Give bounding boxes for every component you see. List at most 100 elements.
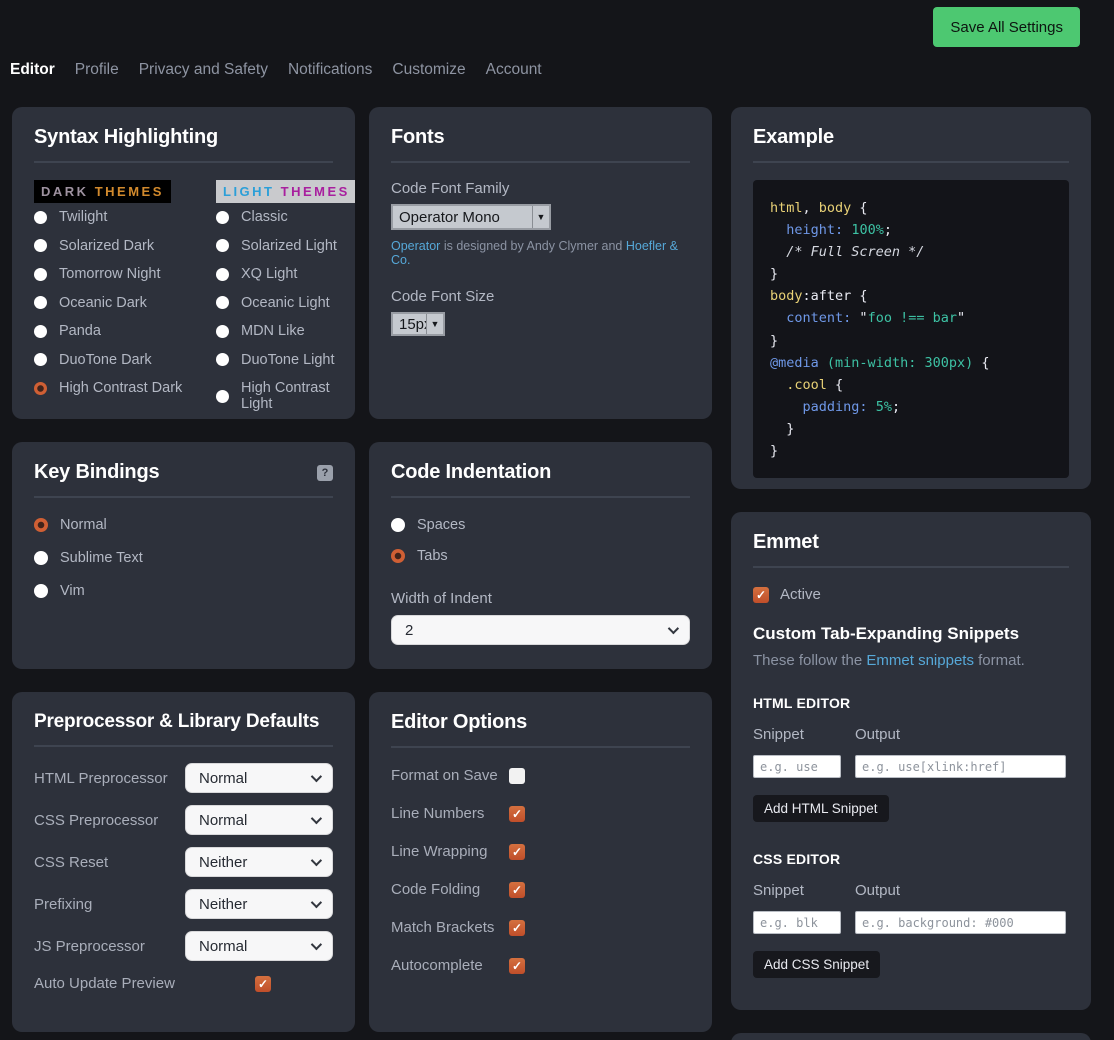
emmet-note: These follow the Emmet snippets format. (753, 652, 1069, 669)
output-label: Output (855, 726, 900, 743)
dropdown-arrow-icon[interactable]: ▼ (532, 206, 549, 228)
snippet-label: Snippet (753, 882, 855, 899)
panel-title: Emmet (753, 531, 1069, 554)
html-snippet-input[interactable] (753, 755, 841, 778)
radio-icon-checked[interactable] (34, 518, 48, 532)
theme-option-classic[interactable]: Classic (216, 209, 355, 225)
tab-account[interactable]: Account (486, 61, 542, 79)
radio-icon[interactable] (216, 325, 229, 338)
css-preprocessor-select[interactable]: Normal (185, 805, 333, 835)
operator-link[interactable]: Operator (391, 239, 440, 253)
chevron-down-icon (311, 939, 322, 950)
settings-nav: Editor Profile Privacy and Safety Notifi… (0, 55, 1114, 85)
radio-icon-checked[interactable] (391, 549, 405, 563)
tab-privacy-and-safety[interactable]: Privacy and Safety (139, 61, 268, 79)
radio-icon[interactable] (34, 296, 47, 309)
auto-update-preview-checkbox[interactable] (255, 976, 271, 992)
radio-icon[interactable] (216, 211, 229, 224)
radio-icon[interactable] (34, 325, 47, 338)
radio-icon[interactable] (216, 390, 229, 403)
theme-option-oceanic-light[interactable]: Oceanic Light (216, 295, 355, 311)
js-preprocessor-select[interactable]: Normal (185, 931, 333, 961)
theme-option-solarized-dark[interactable]: Solarized Dark (34, 238, 198, 254)
code-indentation-panel: Code Indentation Spaces Tabs Width of In… (369, 442, 712, 669)
custom-snippets-heading: Custom Tab-Expanding Snippets (753, 624, 1069, 644)
tab-editor[interactable]: Editor (10, 61, 55, 79)
radio-icon[interactable] (216, 239, 229, 252)
tab-notifications[interactable]: Notifications (288, 61, 372, 79)
radio-icon[interactable] (34, 353, 47, 366)
theme-option-high-contrast-light[interactable]: High Contrast Light (216, 380, 355, 412)
theme-option-xq-light[interactable]: XQ Light (216, 266, 355, 282)
emmet-active-row[interactable]: Active (753, 586, 1069, 603)
format-on-save-checkbox[interactable] (509, 768, 525, 784)
question-mark-icon[interactable]: ? (317, 465, 333, 481)
theme-option-panda[interactable]: Panda (34, 323, 198, 339)
theme-option-tomorrow-night[interactable]: Tomorrow Night (34, 266, 198, 282)
divider (34, 161, 333, 163)
field-label: JS Preprocessor (34, 938, 145, 955)
key-bindings-panel: Key Bindings ? Normal Sublime Text Vim (12, 442, 355, 669)
radio-icon[interactable] (34, 551, 48, 565)
tab-profile[interactable]: Profile (75, 61, 119, 79)
radio-icon[interactable] (216, 296, 229, 309)
match-brackets-checkbox[interactable] (509, 920, 525, 936)
theme-option-twilight[interactable]: Twilight (34, 209, 198, 225)
radio-icon[interactable] (34, 211, 47, 224)
emmet-active-checkbox[interactable] (753, 587, 769, 603)
indent-option-tabs[interactable]: Tabs (391, 548, 690, 564)
output-label: Output (855, 882, 900, 899)
width-of-indent-label: Width of Indent (391, 590, 690, 607)
field-label: HTML Preprocessor (34, 770, 168, 787)
chevron-down-icon (668, 623, 679, 634)
add-html-snippet-button[interactable]: Add HTML Snippet (753, 795, 889, 822)
html-preprocessor-select[interactable]: Normal (185, 763, 333, 793)
code-font-size-select[interactable]: 15px ▼ (391, 312, 445, 336)
tab-customize[interactable]: Customize (392, 61, 465, 79)
keybinding-option-vim[interactable]: Vim (34, 583, 333, 599)
theme-option-mdn-like[interactable]: MDN Like (216, 323, 355, 339)
theme-option-solarized-light[interactable]: Solarized Light (216, 238, 355, 254)
radio-icon[interactable] (391, 518, 405, 532)
theme-option-oceanic-dark[interactable]: Oceanic Dark (34, 295, 198, 311)
theme-option-duotone-light[interactable]: DuoTone Light (216, 352, 355, 368)
css-output-input[interactable] (855, 911, 1066, 934)
code-font-family-select[interactable]: Operator Mono ▼ (391, 204, 551, 230)
indent-option-spaces[interactable]: Spaces (391, 517, 690, 533)
theme-option-high-contrast-dark[interactable]: High Contrast Dark (34, 380, 198, 396)
radio-icon[interactable] (216, 268, 229, 281)
radio-icon[interactable] (34, 584, 48, 598)
prefixing-select[interactable]: Neither (185, 889, 333, 919)
radio-icon[interactable] (216, 353, 229, 366)
chevron-down-icon (311, 897, 322, 908)
line-wrapping-checkbox[interactable] (509, 844, 525, 860)
save-all-settings-button[interactable]: Save All Settings (933, 7, 1080, 47)
chevron-down-icon (311, 813, 322, 824)
keybinding-option-sublime[interactable]: Sublime Text (34, 550, 333, 566)
css-snippet-input[interactable] (753, 911, 841, 934)
html-output-input[interactable] (855, 755, 1066, 778)
keybinding-option-normal[interactable]: Normal (34, 517, 333, 533)
panel-title: Key Bindings (34, 461, 159, 484)
field-label: Autocomplete (391, 957, 509, 974)
width-of-indent-select[interactable]: 2 (391, 615, 690, 645)
field-label: Line Numbers (391, 805, 509, 822)
dropdown-arrow-icon[interactable]: ▼ (426, 314, 443, 334)
field-label: Prefixing (34, 896, 92, 913)
example-panel: Example html, body { height: 100%; /* Fu… (731, 107, 1091, 489)
field-label: Auto Update Preview (34, 975, 175, 992)
css-reset-select[interactable]: Neither (185, 847, 333, 877)
line-numbers-checkbox[interactable] (509, 806, 525, 822)
autocomplete-checkbox[interactable] (509, 958, 525, 974)
add-css-snippet-button[interactable]: Add CSS Snippet (753, 951, 880, 978)
divider (34, 496, 333, 498)
code-folding-checkbox[interactable] (509, 882, 525, 898)
code-font-family-label: Code Font Family (391, 180, 690, 197)
radio-icon[interactable] (34, 268, 47, 281)
code-font-size-label: Code Font Size (391, 288, 690, 305)
panel-title: Preprocessor & Library Defaults (34, 711, 333, 733)
emmet-snippets-link[interactable]: Emmet snippets (866, 652, 974, 669)
radio-icon-checked[interactable] (34, 382, 47, 395)
theme-option-duotone-dark[interactable]: DuoTone Dark (34, 352, 198, 368)
radio-icon[interactable] (34, 239, 47, 252)
